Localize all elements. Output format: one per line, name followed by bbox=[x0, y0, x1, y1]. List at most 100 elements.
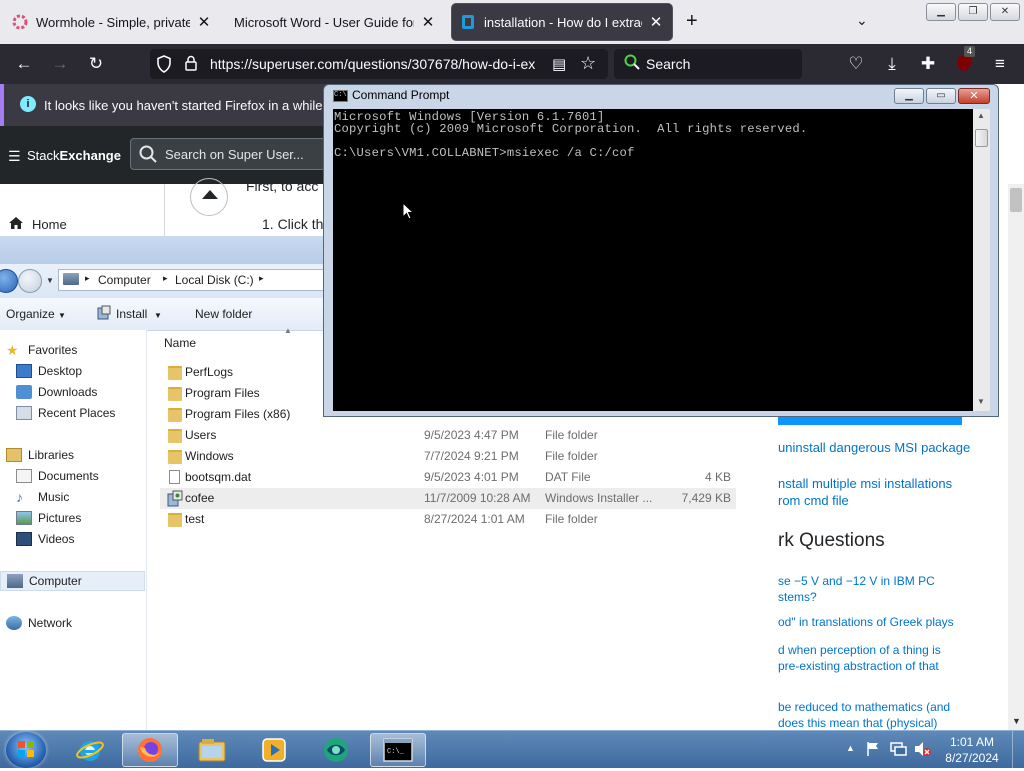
cmd-scrollbar[interactable]: ▲ ▼ bbox=[973, 109, 990, 411]
command-prompt-window[interactable]: C:\ Command Prompt ▁ ▭ ✕ Microsoft Windo… bbox=[323, 84, 999, 417]
breadcrumb[interactable]: ▸ Computer ▸ Local Disk (C:) ▸ bbox=[58, 269, 330, 291]
nav-downloads[interactable]: Downloads bbox=[16, 382, 97, 402]
hot-question-link[interactable]: d when perception of a thing is bbox=[778, 642, 941, 658]
scroll-down-icon[interactable]: ▼ bbox=[1012, 716, 1021, 726]
close-tab-icon[interactable]: ✕ bbox=[420, 13, 436, 31]
search-bar[interactable]: Search bbox=[614, 49, 802, 79]
breadcrumb-item[interactable]: Computer bbox=[98, 273, 151, 287]
computer-icon bbox=[7, 574, 23, 588]
cmd-minimize-button[interactable]: ▁ bbox=[894, 88, 924, 104]
hot-question-link[interactable]: se −5 V and −12 V in IBM PC bbox=[778, 573, 935, 589]
sidebar-button-partial[interactable] bbox=[778, 417, 962, 425]
back-icon[interactable]: ← bbox=[14, 54, 34, 74]
close-tab-icon[interactable]: ✕ bbox=[648, 13, 664, 31]
lock-icon[interactable] bbox=[184, 55, 198, 74]
restore-window-button[interactable]: ❐ bbox=[958, 3, 988, 21]
shield-icon[interactable] bbox=[156, 55, 172, 77]
new-tab-icon[interactable]: + bbox=[686, 10, 698, 33]
reader-view-icon[interactable]: ▤ bbox=[552, 55, 566, 73]
taskbar-internet-explorer[interactable] bbox=[62, 733, 118, 767]
cmd-close-button[interactable]: ✕ bbox=[958, 88, 990, 104]
internet-explorer-icon bbox=[76, 741, 104, 761]
ublock-icon[interactable]: 4 bbox=[954, 46, 976, 74]
mouse-cursor-icon bbox=[402, 201, 415, 223]
related-link[interactable]: nstall multiple msi installations bbox=[778, 476, 952, 492]
taskbar-firefox[interactable] bbox=[122, 733, 178, 767]
nav-pictures[interactable]: Pictures bbox=[16, 508, 81, 528]
file-row-hovered[interactable]: cofee 11/7/2009 10:28 AM Windows Install… bbox=[160, 488, 736, 509]
taskbar-media-player[interactable] bbox=[246, 733, 302, 767]
scroll-up-icon[interactable]: ▲ bbox=[977, 111, 985, 120]
nav-recent-places[interactable]: Recent Places bbox=[16, 403, 115, 423]
url-text[interactable]: https://superuser.com/questions/307678/h… bbox=[210, 56, 544, 72]
stackexchange-logo[interactable]: StackExchange bbox=[27, 148, 121, 163]
url-bar[interactable]: https://superuser.com/questions/307678/h… bbox=[150, 49, 608, 79]
pictures-icon bbox=[16, 511, 32, 525]
file-row[interactable]: bootsqm.dat 9/5/2023 4:01 PM DAT File 4 … bbox=[160, 467, 736, 488]
nav-favorites[interactable]: ★ Favorites bbox=[6, 340, 77, 360]
show-desktop-button[interactable] bbox=[1012, 731, 1024, 768]
organize-button[interactable]: Organize ▼ bbox=[6, 307, 66, 321]
forward-button[interactable] bbox=[18, 269, 42, 293]
hot-question-link[interactable]: stems? bbox=[778, 589, 817, 605]
page-scrollbar[interactable]: ▼ bbox=[1008, 184, 1024, 730]
pocket-icon[interactable]: ♡ bbox=[846, 54, 866, 74]
scroll-down-icon[interactable]: ▼ bbox=[977, 397, 985, 406]
hot-question-link[interactable]: does this mean that (physical) bbox=[778, 715, 937, 730]
install-button[interactable]: Install ▼ bbox=[116, 307, 162, 321]
hot-question-link[interactable]: od" in translations of Greek plays bbox=[778, 614, 954, 630]
hot-question-link[interactable]: pre-existing abstraction of that bbox=[778, 658, 939, 674]
nav-documents[interactable]: Documents bbox=[16, 466, 99, 486]
minimize-window-button[interactable]: ▁ bbox=[926, 3, 956, 21]
bookmark-star-icon[interactable]: ☆ bbox=[580, 53, 596, 74]
left-nav: Home bbox=[0, 184, 165, 236]
nav-desktop[interactable]: Desktop bbox=[16, 361, 82, 381]
extensions-icon[interactable]: ✚ bbox=[918, 54, 938, 74]
site-search-input[interactable]: Search on Super User... bbox=[130, 138, 330, 170]
browser-tab-active[interactable]: installation - How do I extract fil ✕ bbox=[452, 4, 672, 40]
file-row[interactable]: test 8/27/2024 1:01 AM File folder bbox=[160, 509, 736, 530]
stackexchange-menu-icon[interactable]: ☰ bbox=[8, 148, 21, 165]
nav-home-link[interactable]: Home bbox=[32, 217, 67, 232]
browser-tab[interactable]: Microsoft Word - User Guide for CO ✕ bbox=[226, 4, 444, 40]
breadcrumb-item[interactable]: Local Disk (C:) bbox=[175, 273, 254, 287]
file-row[interactable]: Users 9/5/2023 4:47 PM File folder bbox=[160, 425, 736, 446]
recent-pages-icon[interactable]: ▼ bbox=[46, 276, 54, 285]
file-row[interactable]: Windows 7/7/2024 9:21 PM File folder bbox=[160, 446, 736, 467]
related-link[interactable]: uninstall dangerous MSI package bbox=[778, 440, 970, 456]
hamburger-menu-icon[interactable]: ≡ bbox=[990, 54, 1010, 74]
volume-muted-icon[interactable] bbox=[914, 741, 932, 760]
music-icon: ♪ bbox=[16, 489, 23, 505]
new-folder-button[interactable]: New folder bbox=[195, 307, 252, 321]
system-clock[interactable]: 1:01 AM 8/27/2024 bbox=[936, 734, 1008, 766]
download-icon[interactable]: ⤓ bbox=[882, 54, 902, 74]
nav-music[interactable]: ♪ Music bbox=[16, 487, 69, 507]
downloads-icon bbox=[16, 385, 32, 399]
reload-icon[interactable]: ↻ bbox=[86, 54, 106, 74]
forward-icon[interactable]: → bbox=[50, 54, 70, 74]
taskbar-windows-explorer[interactable] bbox=[184, 733, 240, 767]
hot-question-link[interactable]: be reduced to mathematics (and bbox=[778, 699, 950, 715]
back-button[interactable] bbox=[0, 269, 18, 293]
list-all-tabs-icon[interactable]: ⌄ bbox=[856, 12, 868, 29]
nav-videos[interactable]: Videos bbox=[16, 529, 74, 549]
cmd-console-output[interactable]: Microsoft Windows [Version 6.1.7601] Cop… bbox=[333, 109, 973, 411]
taskbar-command-prompt[interactable]: C:\_ bbox=[370, 733, 426, 767]
close-tab-icon[interactable]: ✕ bbox=[196, 13, 212, 31]
taskbar-app[interactable] bbox=[308, 733, 364, 767]
close-window-button[interactable]: ✕ bbox=[990, 3, 1020, 21]
show-hidden-icons[interactable]: ▲ bbox=[846, 743, 855, 753]
nav-network[interactable]: Network bbox=[6, 613, 72, 633]
scrollbar-thumb[interactable] bbox=[975, 129, 988, 147]
related-link[interactable]: rom cmd file bbox=[778, 493, 849, 509]
nav-libraries[interactable]: Libraries bbox=[6, 445, 74, 465]
start-button[interactable] bbox=[6, 732, 46, 768]
network-status-icon[interactable] bbox=[890, 741, 908, 760]
cmd-maximize-button[interactable]: ▭ bbox=[926, 88, 956, 104]
upvote-button[interactable] bbox=[190, 178, 230, 220]
nav-computer[interactable]: Computer bbox=[0, 571, 145, 591]
action-center-flag-icon[interactable] bbox=[866, 741, 880, 760]
browser-tab[interactable]: Wormhole - Simple, private file ✕ bbox=[4, 4, 220, 40]
scrollbar-thumb[interactable] bbox=[1010, 188, 1022, 212]
column-header-name[interactable]: Name bbox=[164, 336, 196, 350]
